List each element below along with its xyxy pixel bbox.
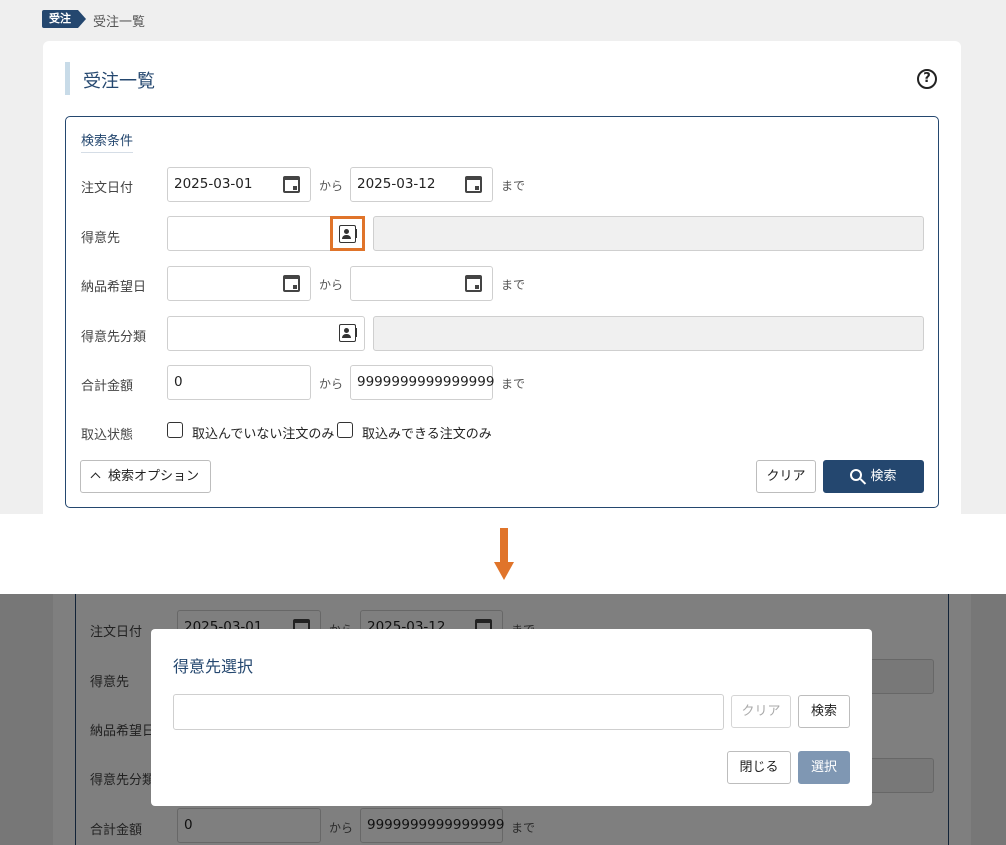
range-from-label: から bbox=[319, 377, 344, 391]
customer-category-name-display bbox=[373, 316, 924, 351]
dialog-close-button[interactable]: 閉じる bbox=[727, 751, 791, 784]
total-amount-from-input[interactable]: 0 bbox=[167, 365, 311, 400]
range-to-label: まで bbox=[501, 278, 526, 292]
delivery-date-from-input[interactable] bbox=[167, 266, 311, 301]
importable-label[interactable]: 取込みできる注文のみ bbox=[362, 423, 492, 442]
total-amount-label: 合計金額 bbox=[81, 379, 134, 394]
not-imported-checkbox[interactable] bbox=[167, 422, 183, 438]
calendar-icon[interactable] bbox=[283, 275, 300, 292]
dialog-title: 得意先選択 bbox=[173, 657, 254, 676]
order-date-from-input[interactable]: 2025-03-01 bbox=[167, 167, 311, 202]
breadcrumb-parent[interactable]: 受注 bbox=[42, 10, 86, 28]
title-accent bbox=[65, 62, 70, 95]
range-to-label: まで bbox=[501, 377, 526, 391]
range-from-label: から bbox=[319, 278, 344, 292]
dialog-select-button[interactable]: 選択 bbox=[798, 751, 850, 784]
customer-category-label: 得意先分類 bbox=[81, 330, 147, 345]
dialog-clear-button[interactable]: クリア bbox=[731, 695, 791, 728]
customer-select-dialog: 得意先選択 クリア 検索 閉じる 選択 bbox=[151, 629, 872, 806]
chevron-up-icon bbox=[90, 472, 101, 483]
contact-book-icon[interactable] bbox=[339, 324, 357, 342]
customer-name-display bbox=[373, 216, 924, 251]
total-amount-from-value: 0 bbox=[174, 374, 183, 390]
calendar-icon[interactable] bbox=[465, 176, 482, 193]
delivery-date-label: 納品希望日 bbox=[81, 280, 147, 295]
order-date-to-input[interactable]: 2025-03-12 bbox=[350, 167, 493, 202]
breadcrumb-current: 受注一覧 bbox=[93, 15, 146, 30]
search-conditions-legend: 検索条件 bbox=[81, 130, 134, 153]
customer-label: 得意先 bbox=[81, 231, 121, 246]
search-options-button[interactable]: 検索オプション bbox=[80, 460, 211, 493]
search-button[interactable]: 検索 bbox=[823, 460, 924, 493]
total-amount-to-input[interactable]: 9999999999999999 bbox=[350, 365, 495, 400]
range-from-label: から bbox=[319, 179, 344, 193]
help-icon[interactable]: ? bbox=[917, 69, 937, 89]
order-date-label: 注文日付 bbox=[81, 181, 134, 196]
total-amount-to-value: 9999999999999999 bbox=[357, 374, 495, 390]
calendar-icon[interactable] bbox=[465, 275, 482, 292]
customer-search-input[interactable] bbox=[173, 694, 724, 730]
transition-arrow-icon bbox=[494, 528, 514, 582]
dialog-search-button[interactable]: 検索 bbox=[798, 695, 850, 728]
search-options-label: 検索オプション bbox=[107, 469, 199, 484]
delivery-date-to-input[interactable] bbox=[350, 266, 493, 301]
calendar-icon[interactable] bbox=[283, 176, 300, 193]
importable-checkbox[interactable] bbox=[337, 422, 353, 438]
clear-button[interactable]: クリア bbox=[756, 460, 816, 493]
customer-lookup-highlight bbox=[330, 216, 365, 251]
search-icon bbox=[850, 469, 863, 481]
search-button-label: 検索 bbox=[870, 469, 897, 484]
customer-category-code-input[interactable] bbox=[167, 316, 365, 351]
not-imported-label[interactable]: 取込んでいない注文のみ bbox=[192, 423, 334, 442]
order-date-from-value: 2025-03-01 bbox=[174, 176, 253, 192]
customer-select-dialog-screen: 注文日付 2025-03-01 から 2025-03-12 まで 得意先 納品希… bbox=[0, 594, 1006, 845]
customer-search-screen: 受注 受注一覧 受注一覧 ? 検索条件 注文日付 2025-03-01 から 2… bbox=[0, 0, 1006, 514]
order-date-to-value: 2025-03-12 bbox=[357, 176, 436, 192]
import-status-label: 取込状態 bbox=[81, 428, 134, 443]
range-to-label: まで bbox=[501, 179, 526, 193]
page-title: 受注一覧 bbox=[83, 71, 155, 92]
